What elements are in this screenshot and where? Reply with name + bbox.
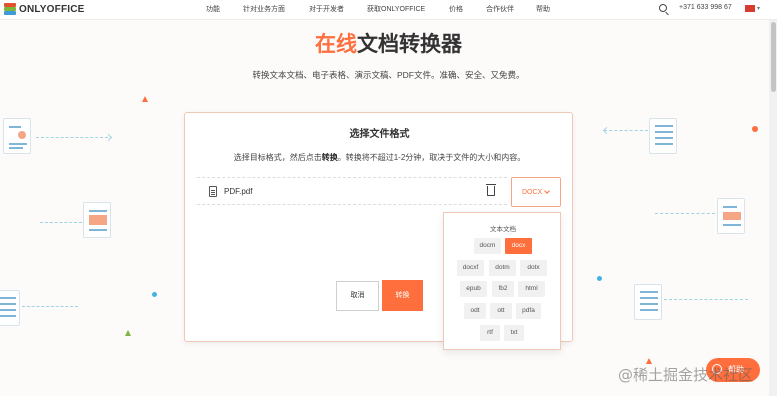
converter-description: 选择目标格式，然后点击转换。转换将不超过1-2分钟，取决于文件的大小和内容。 (185, 152, 574, 163)
trash-icon[interactable] (486, 184, 496, 196)
page-title-rest: 文档转换器 (357, 33, 462, 56)
watermark: @稀土掘金技术社区 (618, 366, 754, 384)
format-option-epub[interactable]: epub (460, 281, 487, 297)
spreadsheet-illustration-icon (0, 290, 20, 326)
decorative-dot (597, 276, 602, 281)
page-title-accent: 在线 (315, 33, 357, 56)
format-option-ott[interactable]: ott (490, 303, 512, 319)
spreadsheet-illustration-icon (649, 118, 677, 154)
page-title: 在线文档转换器 (0, 28, 777, 58)
decorative-dashed-line (604, 130, 648, 131)
decorative-dashed-line (655, 213, 715, 214)
format-select[interactable]: DOCX (511, 177, 561, 207)
format-option-odt[interactable]: odt (464, 303, 486, 319)
format-option-docx[interactable]: docx (505, 238, 532, 254)
decorative-triangle (142, 96, 148, 102)
onlyoffice-logo-icon (4, 3, 16, 15)
file-name: PDF.pdf (224, 187, 253, 196)
nav-item-partners[interactable]: 合作伙伴 (486, 4, 514, 14)
decorative-dashed-line (40, 222, 82, 223)
format-option-docm[interactable]: docm (474, 238, 501, 254)
format-select-value: DOCX (522, 189, 543, 196)
desc-text-2: 。转换将不超过1-2分钟，取决于文件的大小和内容。 (337, 153, 526, 162)
nav-item-developers[interactable]: 对于开发者 (309, 4, 344, 14)
page-subtitle: 转换文本文档、电子表格、演示文稿、PDF文件。准确、安全、又免费。 (252, 70, 525, 80)
format-option-rtf[interactable]: rtf (480, 325, 500, 341)
nav-item-business[interactable]: 针对业务方面 (243, 4, 285, 14)
format-dropdown: 文本文档 docm docx docxf dotm dotx epub fb2 … (443, 212, 561, 350)
spreadsheet-illustration-icon (634, 284, 662, 320)
scrollbar-thumb[interactable] (771, 22, 776, 92)
chevron-down-icon (544, 188, 550, 194)
chevron-down-icon[interactable]: ▾ (757, 5, 760, 12)
decorative-arrow-icon (104, 133, 113, 142)
nav-item-help[interactable]: 帮助 (536, 4, 550, 14)
document-illustration-icon (83, 202, 111, 238)
file-icon (209, 186, 217, 197)
decorative-dashed-line (664, 299, 748, 300)
decorative-dashed-line (22, 306, 78, 307)
phone-number[interactable]: +371 633 998 67 (679, 4, 732, 11)
cancel-button[interactable]: 取消 (336, 281, 379, 311)
decorative-dot (752, 126, 758, 132)
nav-item-features[interactable]: 功能 (206, 4, 220, 14)
format-group-label: 文本文档 (490, 226, 516, 233)
format-option-docxf[interactable]: docxf (457, 260, 484, 276)
decorative-dot (152, 292, 157, 297)
nav-item-pricing[interactable]: 价格 (449, 4, 463, 14)
document-illustration-icon (3, 118, 31, 154)
desc-bold: 转换 (321, 153, 338, 162)
decorative-triangle (125, 330, 131, 336)
decorative-dashed-line (36, 137, 108, 138)
desc-text-1: 选择目标格式，然后点击 (233, 153, 322, 162)
format-option-fb2[interactable]: fb2 (492, 281, 514, 297)
format-option-txt[interactable]: txt (504, 325, 524, 341)
language-flag-icon[interactable] (745, 5, 755, 12)
onlyoffice-logo[interactable]: ONLYOFFICE (4, 3, 85, 15)
nav-item-get-onlyoffice[interactable]: 获取ONLYOFFICE (367, 4, 425, 14)
search-icon[interactable] (659, 4, 667, 12)
format-option-pdfa[interactable]: pdfa (516, 303, 541, 319)
converter-title: 选择文件格式 (349, 129, 410, 140)
format-option-html[interactable]: html (518, 281, 545, 297)
format-option-dotm[interactable]: dotm (489, 260, 516, 276)
presentation-illustration-icon (717, 198, 745, 234)
convert-button[interactable]: 转换 (382, 280, 423, 311)
logo-text: ONLYOFFICE (19, 3, 85, 15)
format-option-dotx[interactable]: dotx (520, 260, 547, 276)
file-row: PDF.pdf (197, 177, 507, 205)
decorative-arrow-icon (602, 126, 611, 135)
